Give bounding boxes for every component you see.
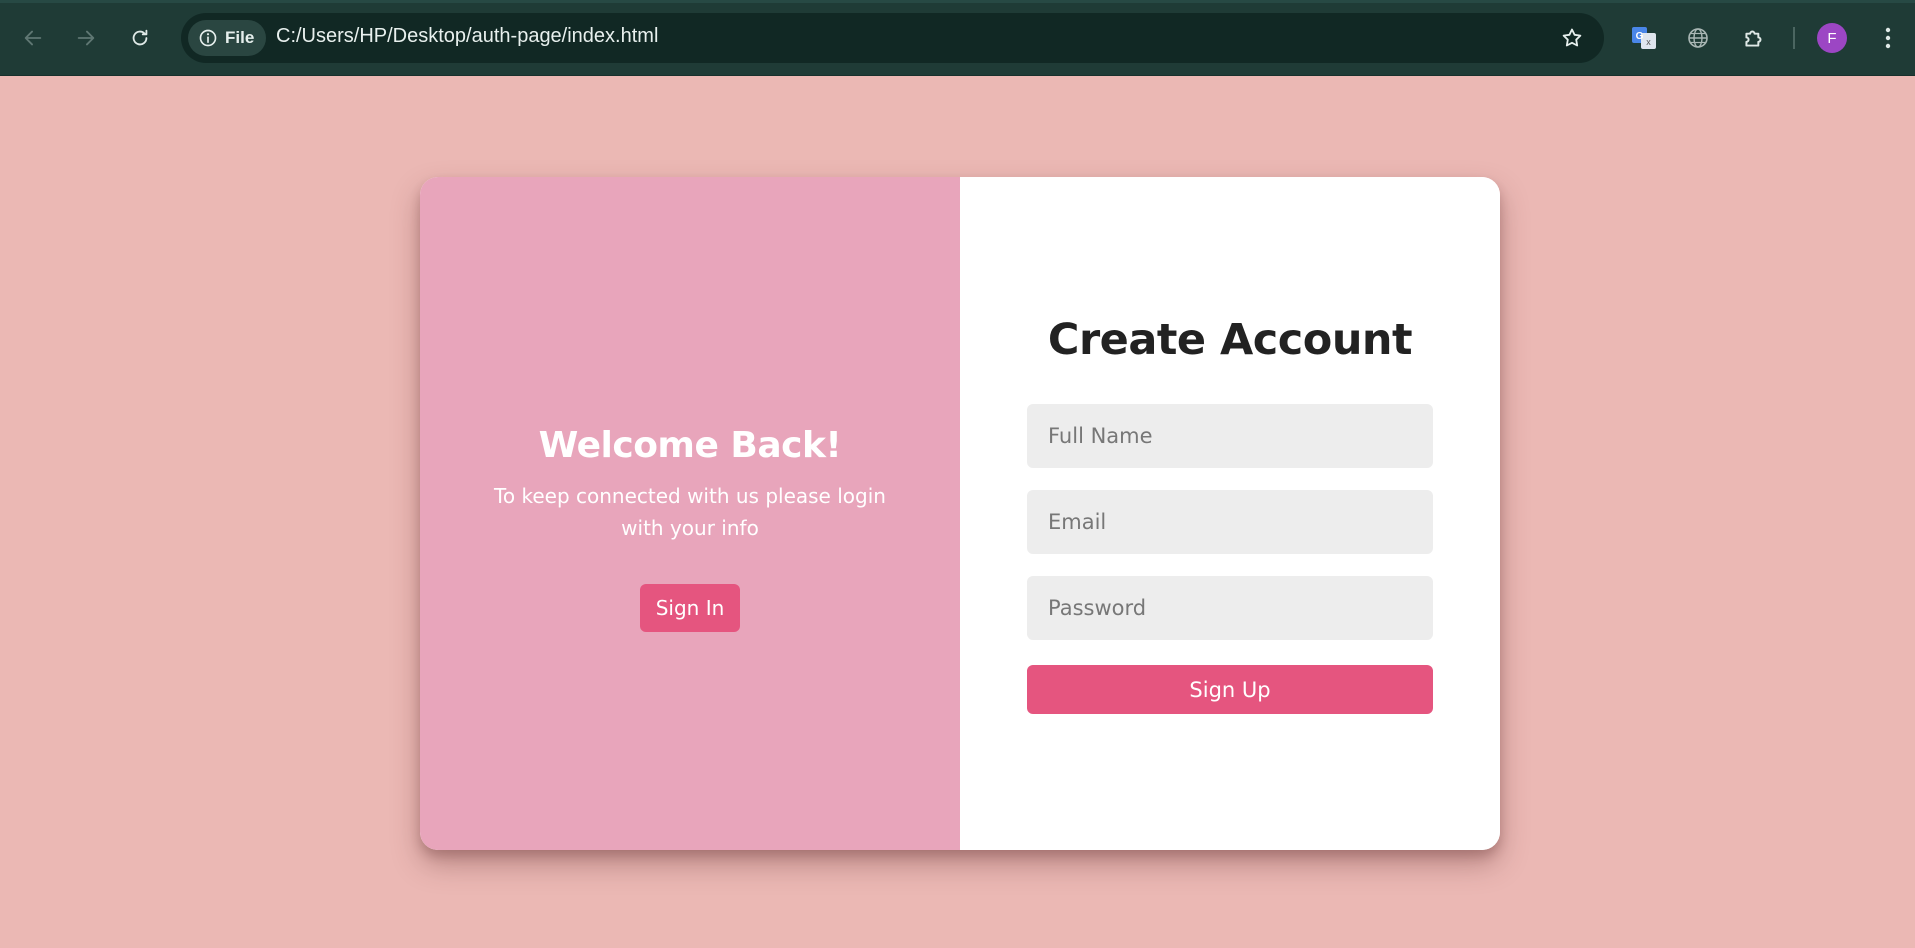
welcome-title: Welcome Back! xyxy=(538,425,842,466)
profile-avatar[interactable]: F xyxy=(1817,23,1847,53)
tab-strip-edge xyxy=(0,0,1915,3)
bookmark-button[interactable] xyxy=(1558,24,1586,52)
full-name-field[interactable] xyxy=(1027,404,1433,468)
forward-button[interactable] xyxy=(68,20,104,56)
extensions-button[interactable] xyxy=(1738,22,1770,54)
browser-menu-button[interactable] xyxy=(1872,22,1904,54)
toolbar-divider xyxy=(1793,27,1795,49)
password-field[interactable] xyxy=(1027,576,1433,640)
google-translate-icon: G x xyxy=(1632,27,1656,49)
create-account-title: Create Account xyxy=(1047,315,1413,365)
star-icon xyxy=(1562,28,1582,47)
site-chip-label: File xyxy=(225,28,255,47)
arrow-left-icon xyxy=(24,30,42,46)
browser-toolbar: File C:/Users/HP/Desktop/auth-page/index… xyxy=(0,0,1915,76)
info-icon xyxy=(199,29,217,47)
sign-in-button[interactable]: Sign In xyxy=(639,584,741,632)
reload-button[interactable] xyxy=(122,20,158,56)
url-text[interactable]: C:/Users/HP/Desktop/auth-page/index.html xyxy=(276,25,658,48)
svg-text:G: G xyxy=(1636,31,1644,42)
sign-up-button[interactable]: Sign Up xyxy=(1027,665,1433,714)
email-field[interactable] xyxy=(1027,490,1433,554)
arrow-right-icon xyxy=(77,30,95,46)
welcome-text: To keep connected with us please login w… xyxy=(494,484,886,540)
signup-panel: Create Account Sign Up xyxy=(960,177,1500,850)
globe-extension-button[interactable] xyxy=(1682,22,1714,54)
kebab-menu-icon xyxy=(1885,27,1891,49)
puzzle-icon xyxy=(1745,30,1762,47)
svg-text:x: x xyxy=(1646,37,1651,47)
address-bar[interactable]: File C:/Users/HP/Desktop/auth-page/index… xyxy=(181,13,1604,63)
auth-card: Welcome Back! To keep connected with us … xyxy=(420,177,1500,850)
globe-icon xyxy=(1688,28,1708,48)
site-info-chip[interactable]: File xyxy=(188,20,267,56)
reload-icon xyxy=(132,29,148,46)
translate-button[interactable]: G x xyxy=(1628,22,1660,54)
welcome-panel: Welcome Back! To keep connected with us … xyxy=(420,177,960,850)
back-button[interactable] xyxy=(15,20,51,56)
